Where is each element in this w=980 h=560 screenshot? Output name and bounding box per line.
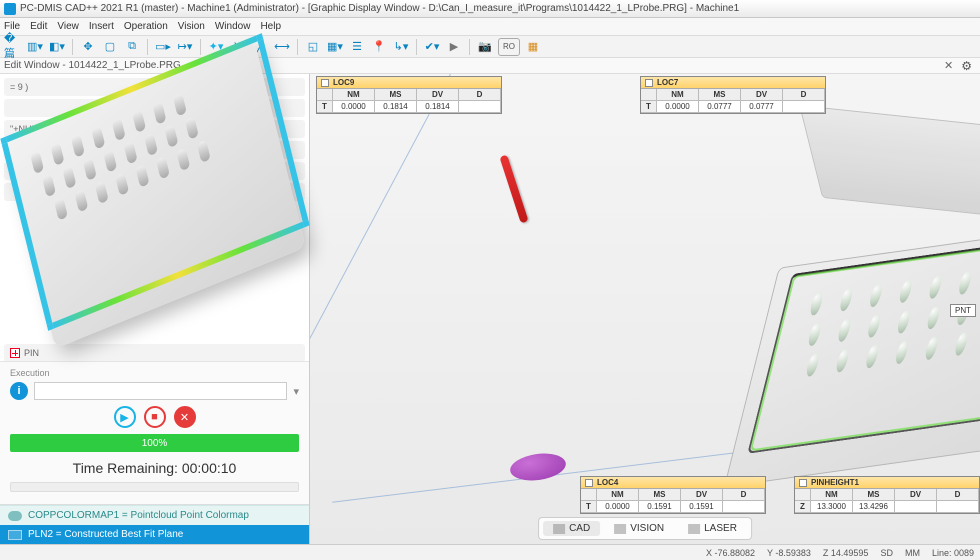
menu-edit[interactable]: Edit: [30, 21, 47, 32]
tool-move-icon[interactable]: ✥: [79, 38, 97, 56]
camera-icon: [614, 524, 626, 534]
tree-row-pin[interactable]: PIN: [4, 344, 305, 361]
tool-dim-icon[interactable]: ⟷: [273, 38, 291, 56]
menu-window[interactable]: Window: [215, 21, 251, 32]
tool-branch-icon[interactable]: ↳▾: [392, 38, 410, 56]
status-mm: MM: [905, 548, 920, 558]
loc9-callout[interactable]: LOC9 NMMSDVD T0.00000.18140.1814: [316, 76, 502, 114]
progress-bar: 100%: [10, 434, 299, 452]
menu-file[interactable]: File: [4, 21, 20, 32]
main-toolbar: �篇 ▥▾ ◧▾ ✥ ▢ ⧉ ▭▸ ↦▾ ✦▾ ⇲ ╱ ⟷ ◱ ▦▾ ☰ 📍 ↳…: [0, 36, 980, 58]
status-z: Z 14.49595: [823, 548, 869, 558]
toolbar-separator: [469, 39, 470, 55]
cube-icon: [553, 524, 565, 534]
tool-ro-icon[interactable]: RO: [498, 38, 520, 56]
tree-row[interactable]: [4, 99, 305, 117]
status-line: Line: 0089: [932, 548, 974, 558]
tree-row[interactable]: [4, 141, 305, 159]
tool-camera-icon[interactable]: 📷: [476, 38, 494, 56]
plane-row[interactable]: PLN2 = Constructed Best Fit Plane: [0, 525, 309, 544]
program-tree[interactable]: = 9 ) "+NUMBER ) PIN PINHEIGHT Dimension…: [0, 74, 309, 361]
window-title: PC-DMIS CAD++ 2021 R1 (master) - Machine…: [20, 3, 739, 14]
loc7-callout[interactable]: LOC7 NMMSDVD T0.00000.07770.0777: [640, 76, 826, 114]
play-button[interactable]: ▶: [114, 406, 136, 428]
tool-line-icon[interactable]: ╱: [251, 38, 269, 56]
tool-open-icon[interactable]: ▥▾: [26, 38, 44, 56]
viewport-tabs: CAD VISION LASER: [538, 517, 752, 540]
cad-part-secondary: [799, 105, 980, 225]
edit-window-title: Edit Window - 1014422_1_LProbe.PRG: [4, 60, 181, 71]
execution-select[interactable]: [34, 382, 287, 400]
loc4-callout[interactable]: LOC4 NMMSDVD T0.00000.15910.1591: [580, 476, 766, 514]
tree-row[interactable]: "+NUMBER ): [4, 120, 305, 138]
tool-pin-icon[interactable]: 📍: [370, 38, 388, 56]
colormap-row[interactable]: COPPCOLORMAP1 = Pointcloud Point Colorma…: [0, 505, 309, 525]
laser-icon: [688, 524, 700, 534]
statusbar: X -76.88082 Y -8.59383 Z 14.49595 SD MM …: [0, 544, 980, 560]
edit-panel: = 9 ) "+NUMBER ) PIN PINHEIGHT Dimension…: [0, 74, 310, 544]
window-titlebar: PC-DMIS CAD++ 2021 R1 (master) - Machine…: [0, 0, 980, 18]
dropdown-icon[interactable]: ▾: [293, 385, 299, 398]
probe-icon: [499, 154, 528, 223]
toolbar-separator: [200, 39, 201, 55]
tool-grid2-icon[interactable]: ▦: [524, 38, 542, 56]
gear-icon[interactable]: ⚙: [957, 59, 976, 73]
tool-corner-icon[interactable]: ◱: [304, 38, 322, 56]
tool-box-icon[interactable]: ▢: [101, 38, 119, 56]
toolbar-separator: [416, 39, 417, 55]
close-icon[interactable]: ✕: [940, 59, 957, 72]
tool-list-icon[interactable]: ☰: [348, 38, 366, 56]
guideline: [310, 74, 451, 489]
execution-panel: Execution i ▾ ▶ ■ ✕ 100% Time Remaining:…: [0, 361, 309, 504]
graphic-viewport[interactable]: LOC9 NMMSDVD T0.00000.18140.1814 LOC7 NM…: [310, 74, 980, 544]
toolbar-separator: [147, 39, 148, 55]
tool-check-icon[interactable]: ✔▾: [423, 38, 441, 56]
menu-operation[interactable]: Operation: [124, 21, 168, 32]
toolbar-separator: [72, 39, 73, 55]
menu-insert[interactable]: Insert: [89, 21, 114, 32]
sub-progress-bar: [10, 482, 299, 492]
tool-align-icon[interactable]: ⇲: [229, 38, 247, 56]
tool-new-icon[interactable]: �篇: [4, 38, 22, 56]
tool-copy-icon[interactable]: ⧉: [123, 38, 141, 56]
tree-row[interactable]: [4, 162, 305, 180]
menubar: File Edit View Insert Operation Vision W…: [0, 18, 980, 36]
left-footer: COPPCOLORMAP1 = Pointcloud Point Colorma…: [0, 504, 309, 544]
tool-play-icon[interactable]: ▶: [445, 38, 463, 56]
tool-arrow-icon[interactable]: ↦▾: [176, 38, 194, 56]
pnt-label[interactable]: PNT: [950, 304, 976, 317]
menu-help[interactable]: Help: [260, 21, 281, 32]
cloud-icon: [8, 511, 22, 521]
app-icon: [4, 3, 16, 15]
tab-cad[interactable]: CAD: [543, 521, 600, 536]
status-y: Y -8.59383: [767, 548, 811, 558]
execution-title: Execution: [10, 368, 299, 378]
feature-icon: [10, 348, 20, 358]
tree-row[interactable]: [4, 183, 305, 201]
tab-laser[interactable]: LASER: [678, 521, 747, 536]
cad-part-main: [714, 194, 980, 514]
pinheight1-callout[interactable]: PINHEIGHT1 NMMSDVD Z13.300013.4296: [794, 476, 980, 514]
menu-vision[interactable]: Vision: [178, 21, 205, 32]
plane-icon: [8, 530, 22, 540]
stop-button[interactable]: ■: [144, 406, 166, 428]
menu-view[interactable]: View: [57, 21, 79, 32]
toolbar-separator: [297, 39, 298, 55]
tab-vision[interactable]: VISION: [604, 521, 674, 536]
status-x: X -76.88082: [706, 548, 755, 558]
edit-window-header: Edit Window - 1014422_1_LProbe.PRG ✕ ⚙: [0, 58, 980, 74]
time-remaining: Time Remaining: 00:00:10: [10, 456, 299, 482]
tool-target-icon[interactable]: ✦▾: [207, 38, 225, 56]
tool-plane-icon[interactable]: ▭▸: [154, 38, 172, 56]
tool-cube-icon[interactable]: ◧▾: [48, 38, 66, 56]
tree-row[interactable]: = 9 ): [4, 78, 305, 96]
status-sd: SD: [880, 548, 893, 558]
cancel-button[interactable]: ✕: [174, 406, 196, 428]
tool-grid-icon[interactable]: ▦▾: [326, 38, 344, 56]
info-circle-icon[interactable]: i: [10, 382, 28, 400]
